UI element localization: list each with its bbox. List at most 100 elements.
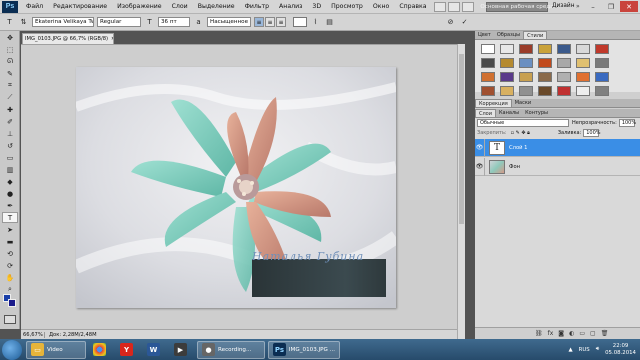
lock-icons[interactable]: ▫ ✎ ✥ 🔒︎: [511, 130, 530, 136]
3d-camera-tool-icon[interactable]: ⟳: [2, 260, 18, 271]
orientation-toggle-icon[interactable]: ⇅: [18, 17, 29, 28]
style-swatch[interactable]: [557, 86, 571, 96]
hand-tool-icon[interactable]: ✋: [2, 272, 18, 283]
path-select-tool-icon[interactable]: ➤: [2, 224, 18, 235]
quick-select-tool-icon[interactable]: ✎: [2, 68, 18, 79]
eye-icon[interactable]: 👁︎: [475, 138, 485, 157]
style-swatch[interactable]: [595, 72, 609, 82]
menu-file[interactable]: Файл: [21, 3, 48, 10]
align-center-icon[interactable]: ≡: [265, 17, 275, 27]
type-tool-active-icon[interactable]: T: [2, 212, 18, 223]
menu-select[interactable]: Выделение: [193, 3, 240, 10]
style-swatch[interactable]: [576, 86, 590, 96]
style-swatch[interactable]: [576, 44, 590, 54]
marquee-tool-icon[interactable]: ⬚: [2, 44, 18, 55]
menu-help[interactable]: Справка: [394, 3, 431, 10]
style-swatch[interactable]: [595, 44, 609, 54]
shape-tool-icon[interactable]: ▬: [2, 236, 18, 247]
layer-style-icon[interactable]: fx: [548, 330, 554, 337]
pen-tool-icon[interactable]: ✒: [2, 200, 18, 211]
style-swatch[interactable]: [519, 44, 533, 54]
close-icon[interactable]: ✕: [620, 1, 638, 12]
text-color-swatch[interactable]: [293, 17, 307, 27]
style-swatch[interactable]: [538, 86, 552, 96]
style-swatch[interactable]: [595, 58, 609, 68]
workspace-more[interactable]: »: [576, 3, 580, 10]
language-indicator[interactable]: RUS: [579, 347, 590, 353]
new-layer-icon[interactable]: ▢: [590, 330, 596, 337]
workspace-switcher[interactable]: Основная рабочая среда: [480, 2, 554, 12]
style-swatch[interactable]: [481, 72, 495, 82]
new-group-icon[interactable]: ▭: [579, 330, 585, 337]
link-layers-icon[interactable]: ⛓: [535, 330, 543, 337]
volume-icon[interactable]: 🔊︎: [596, 346, 599, 353]
menu-image[interactable]: Изображение: [112, 3, 167, 10]
layer-row-background[interactable]: 👁︎ Фон: [475, 157, 640, 176]
background-color-swatch[interactable]: [8, 299, 16, 307]
tab-paths[interactable]: Контуры: [522, 109, 551, 117]
canvas-vertical-scrollbar[interactable]: [457, 44, 465, 339]
layer-name[interactable]: Фон: [509, 164, 520, 170]
canvas-area[interactable]: Наталья Губина: [21, 44, 457, 329]
tab-swatches[interactable]: Образцы: [494, 31, 523, 39]
style-swatch[interactable]: [576, 58, 590, 68]
cancel-edit-icon[interactable]: ⊘: [445, 17, 456, 28]
style-swatch[interactable]: [519, 86, 533, 96]
move-tool-icon[interactable]: ✥: [2, 32, 18, 43]
minimize-icon[interactable]: –: [584, 1, 602, 12]
opacity-input[interactable]: 100%: [618, 119, 636, 127]
style-swatch[interactable]: [500, 86, 514, 96]
taskbar-yandex[interactable]: Y: [116, 341, 140, 359]
adjustment-layer-icon[interactable]: ◐: [569, 330, 574, 337]
style-swatch[interactable]: [519, 58, 533, 68]
align-right-icon[interactable]: ≡: [276, 17, 286, 27]
tab-layers[interactable]: Слои: [475, 109, 496, 117]
taskbar-recording[interactable]: ● Recording...: [197, 340, 265, 359]
healing-brush-tool-icon[interactable]: ✚: [2, 104, 18, 115]
delete-layer-icon[interactable]: 🗑︎: [601, 330, 609, 337]
zoom-level-button[interactable]: [461, 1, 474, 12]
restore-icon[interactable]: ❐: [602, 1, 620, 12]
style-swatch[interactable]: [595, 86, 609, 96]
quick-mask-icon[interactable]: [4, 315, 16, 324]
align-left-icon[interactable]: ≡: [254, 17, 264, 27]
tab-masks[interactable]: Маски: [512, 99, 534, 107]
style-swatch[interactable]: [519, 72, 533, 82]
clock[interactable]: 22:09 05.08.2014: [605, 343, 636, 357]
tray-arrow-icon[interactable]: ▲: [568, 347, 572, 353]
add-mask-icon[interactable]: ◙: [558, 330, 564, 337]
dodge-tool-icon[interactable]: ●: [2, 188, 18, 199]
menu-3d[interactable]: 3D: [307, 3, 326, 10]
document-tab[interactable]: IMG_0103.JPG @ 66,7% (RGB/8) ✕: [22, 33, 114, 44]
style-swatch[interactable]: [481, 86, 495, 96]
antialias-select[interactable]: Насыщенное: [207, 17, 251, 27]
menu-edit[interactable]: Редактирование: [48, 3, 112, 10]
eyedropper-tool-icon[interactable]: ⟋: [2, 92, 18, 103]
menu-view[interactable]: Просмотр: [326, 3, 368, 10]
style-swatch[interactable]: [500, 44, 514, 54]
style-swatch[interactable]: [500, 72, 514, 82]
crop-tool-icon[interactable]: ⌗: [2, 80, 18, 91]
warp-text-icon[interactable]: ⌇: [310, 17, 321, 28]
taskbar-word[interactable]: W: [143, 341, 167, 359]
style-swatch[interactable]: [538, 44, 552, 54]
type-tool-icon[interactable]: T: [4, 17, 15, 28]
lasso-tool-icon[interactable]: ᘏ: [2, 56, 18, 67]
layer-row-text[interactable]: 👁︎ T Слой 1: [475, 138, 640, 157]
history-brush-tool-icon[interactable]: ↺: [2, 140, 18, 151]
mini-bridge-button[interactable]: [447, 1, 460, 12]
menu-filter[interactable]: Фильтр: [240, 3, 274, 10]
style-swatch[interactable]: [557, 44, 571, 54]
fill-input[interactable]: 100%: [583, 129, 601, 137]
tab-styles[interactable]: Стили: [523, 31, 548, 39]
close-document-icon[interactable]: ✕: [111, 36, 113, 42]
taskbar-photoshop[interactable]: Ps IMG_0103.JPG ...: [268, 340, 340, 359]
zoom-level[interactable]: 66,67%: [23, 331, 45, 338]
bridge-button[interactable]: [433, 1, 446, 12]
eye-icon[interactable]: 👁︎: [475, 157, 485, 176]
style-swatch[interactable]: [538, 58, 552, 68]
menu-window[interactable]: Окно: [368, 3, 394, 10]
font-style-select[interactable]: Regular: [97, 17, 141, 27]
character-panel-icon[interactable]: ▤: [324, 17, 335, 28]
layer-name[interactable]: Слой 1: [509, 145, 527, 151]
